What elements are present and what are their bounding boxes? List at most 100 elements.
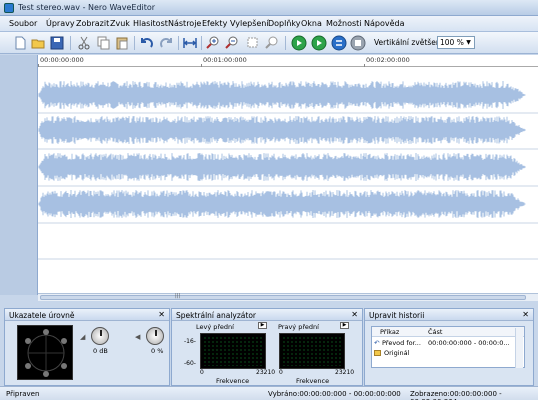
scrollbar-grip-icon: |||	[175, 293, 181, 299]
zoom-out-icon[interactable]	[224, 35, 240, 51]
play-icon[interactable]	[291, 35, 307, 51]
view-range: Zobrazeno:00:00:00:000 - 00:03:00:864	[410, 390, 502, 400]
track-header-column	[0, 55, 38, 295]
column-header-part[interactable]: Část	[428, 328, 442, 336]
menu-zobrazit[interactable]: Zobrazit	[76, 19, 109, 28]
menu-soubor[interactable]: Soubor	[9, 19, 37, 28]
app-window: Test stereo.wav - Nero WaveEditor Soubor…	[0, 0, 538, 400]
left-x-axis-label: Frekvence	[216, 377, 250, 385]
new-file-icon[interactable]	[12, 35, 28, 51]
right-channel-menu-button[interactable]: ▶	[340, 322, 349, 329]
channel-waveform[interactable]	[38, 190, 526, 218]
menu-vylepseni[interactable]: Vylepšení	[230, 19, 269, 28]
history-command: Převod for...	[382, 339, 421, 347]
history-table[interactable]: Příkaz Část ↶ Převod for... 00:00:00:000…	[371, 326, 525, 368]
scrollbar-thumb[interactable]	[40, 295, 526, 300]
left-channel-menu-button[interactable]: ▶	[258, 322, 267, 329]
copy-icon[interactable]	[95, 35, 111, 51]
stop-icon[interactable]	[350, 35, 366, 51]
undo-icon[interactable]	[139, 35, 155, 51]
panel-title: Spektrální analyzátor	[176, 311, 257, 320]
menu-upravy[interactable]: Úpravy	[46, 19, 75, 28]
panel-header: Spektrální analyzátor ✕	[172, 309, 362, 321]
toolbar-separator	[201, 36, 202, 50]
menu-nastroje[interactable]: Nástroje	[168, 19, 201, 28]
right-x-axis-label: Frekvence	[296, 377, 330, 385]
time-ruler[interactable]: 00:00:00:000 00:01:00:000 00:02:00:000	[38, 55, 538, 67]
column-header-command[interactable]: Příkaz	[380, 328, 399, 336]
panel-header: Upravit historii ✕	[365, 309, 533, 321]
selection-range: Vybráno:00:00:00:000 - 00:00:00:000	[268, 390, 401, 398]
menu-efekty[interactable]: Efekty	[202, 19, 227, 28]
close-icon[interactable]: ✕	[522, 310, 529, 319]
table-row[interactable]: Originál	[372, 348, 518, 358]
vertical-zoom-label: Vertikální zvětšení:	[374, 38, 446, 47]
toolbar-separator	[134, 36, 135, 50]
undo-step-icon: ↶	[374, 339, 380, 347]
edit-history-panel: Upravit historii ✕ Příkaz Část ↶ Převod …	[364, 308, 534, 386]
redo-icon[interactable]	[158, 35, 174, 51]
toolbar-separator	[178, 36, 179, 50]
folder-icon	[374, 350, 381, 356]
menu-napoveda[interactable]: Nápověda	[364, 19, 405, 28]
menu-zvuk[interactable]: Zvuk	[110, 19, 130, 28]
vertical-zoom-select[interactable]: 100 % ▼	[437, 36, 475, 49]
gain-ramp-icon: ◢	[80, 333, 86, 341]
scope-graphic	[25, 329, 67, 377]
menu-okna[interactable]: Okna	[301, 19, 322, 28]
open-folder-icon[interactable]	[30, 35, 46, 51]
history-table-header: Příkaz Část	[372, 327, 524, 337]
zoom-all-icon[interactable]	[264, 35, 280, 51]
menu-hlasitost[interactable]: Hlasitost	[133, 19, 168, 28]
chevron-down-icon[interactable]: ▼	[464, 38, 473, 47]
vertical-scrollbar[interactable]	[515, 328, 523, 368]
spectrum-grid	[203, 336, 263, 366]
zoom-in-icon[interactable]	[205, 35, 221, 51]
gain-knob[interactable]	[91, 327, 109, 345]
close-icon[interactable]: ✕	[158, 310, 165, 319]
history-command: Originál	[384, 349, 410, 357]
menu-bar: Soubor Úpravy Zobrazit Zvuk Hlasitost Ná…	[0, 16, 538, 32]
table-row[interactable]: ↶ Převod for... 00:00:00:000 - 00:00:0..…	[372, 338, 518, 348]
right-x-min-label: 0	[279, 369, 283, 376]
save-icon[interactable]	[49, 35, 65, 51]
title-bar: Test stereo.wav - Nero WaveEditor	[0, 0, 538, 16]
waveform-editor: 00:00:00:000 00:01:00:000 00:02:00:000	[0, 55, 538, 295]
zoom-selection-icon[interactable]	[245, 35, 261, 51]
fit-width-icon[interactable]	[182, 35, 198, 51]
y-axis-bottom-label: -60-	[184, 360, 196, 367]
panel-header: Ukazatele úrovně ✕	[5, 309, 169, 321]
toolbar-separator	[285, 36, 286, 50]
level-meters-panel: Ukazatele úrovně ✕ ◢ 0 dB ◀ 0 %	[4, 308, 170, 386]
left-channel-label: Levý přední	[196, 323, 234, 331]
toolbar: Vertikální zvětšení: 100 % ▼	[0, 32, 538, 54]
panels-spacer	[0, 301, 538, 307]
gain-value: 0 dB	[93, 347, 108, 355]
pan-knob[interactable]	[146, 327, 164, 345]
ruler-label: 00:01:00:000	[203, 56, 247, 64]
spectrum-analyzer-panel: Spektrální analyzátor ✕ Levý přední ▶ Pr…	[171, 308, 363, 386]
window-title: Test stereo.wav - Nero WaveEditor	[18, 3, 156, 12]
panel-title: Upravit historii	[369, 311, 425, 320]
cut-icon[interactable]	[76, 35, 92, 51]
waveform-display[interactable]	[38, 67, 538, 295]
play-selection-icon[interactable]	[311, 35, 327, 51]
horizontal-scrollbar[interactable]: |||	[38, 293, 538, 301]
menu-doplnky[interactable]: Doplňky	[268, 19, 301, 28]
history-part: 00:00:00:000 - 00:00:0...	[428, 339, 510, 347]
paste-icon[interactable]	[114, 35, 130, 51]
track-area[interactable]	[38, 67, 538, 295]
loop-icon[interactable]	[331, 35, 347, 51]
panel-title: Ukazatele úrovně	[9, 311, 75, 320]
channel-waveform[interactable]	[38, 153, 526, 181]
menu-moznosti[interactable]: Možnosti	[326, 19, 362, 28]
ruler-label: 00:00:00:000	[40, 56, 84, 64]
channel-waveform[interactable]	[38, 81, 526, 109]
ruler-label: 00:02:00:000	[366, 56, 410, 64]
app-icon	[4, 3, 14, 13]
status-bar: Připraven Vybráno:00:00:00:000 - 00:00:0…	[0, 386, 538, 400]
close-icon[interactable]: ✕	[351, 310, 358, 319]
pan-speaker-icon: ◀	[135, 333, 141, 341]
toolbar-separator	[70, 36, 71, 50]
channel-waveform[interactable]	[38, 116, 526, 144]
